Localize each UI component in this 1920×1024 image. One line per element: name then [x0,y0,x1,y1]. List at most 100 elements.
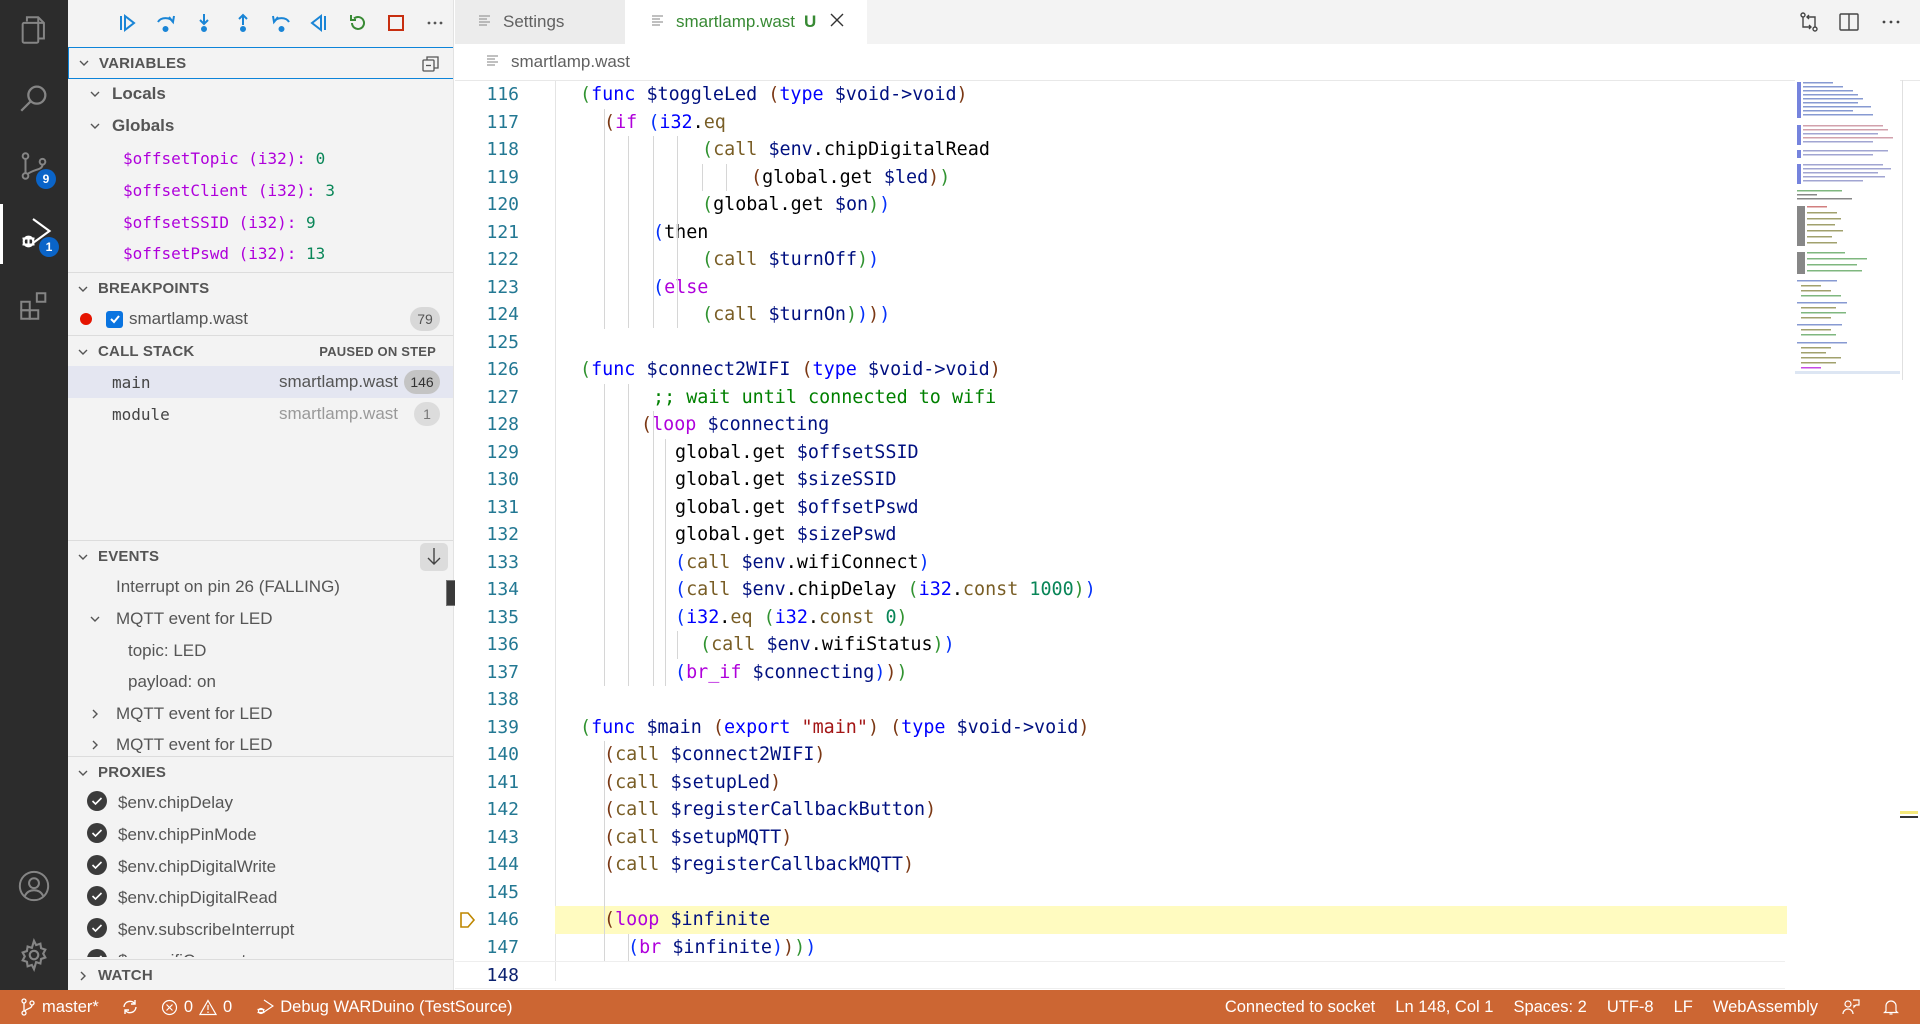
line-number: 125 [486,331,519,353]
restart-button[interactable] [339,7,377,39]
continue-icon [120,13,136,33]
step-into-button[interactable] [185,7,223,39]
stop-button[interactable] [377,7,415,39]
code-line: (br $infinite)))) [628,936,817,958]
code-editor[interactable]: 116 (func $toggleLed (type $void->void) 1… [455,80,1920,990]
eol-status[interactable]: LF [1664,990,1703,1024]
problems-status[interactable]: 0 0 [151,990,242,1024]
variable-item[interactable]: $offsetSSID (i32): 9 [68,206,453,238]
proxies-section-header[interactable]: PROXIES [68,756,453,788]
code-line: (loop $connecting [641,414,830,435]
line-number: 118 [486,139,519,160]
activity-run-debug[interactable]: 1 [0,204,68,264]
feedback-button[interactable] [1828,990,1874,1024]
event-item[interactable]: MQTT event for LED [68,603,453,635]
minimap[interactable] [1795,80,1900,375]
event-label: Interrupt on pin 26 (FALLING) [116,577,340,596]
indentation-status[interactable]: Spaces: 2 [1503,990,1596,1024]
close-icon[interactable] [830,12,844,32]
code-line: (func $toggleLed (type $void->void) [580,84,968,105]
error-count: 0 [183,997,194,1016]
code-line: (call $env.chipDigitalRead [702,139,990,160]
breadcrumb-file[interactable]: smartlamp.wast [511,52,630,72]
chevron-down-icon [68,766,98,780]
proxy-item[interactable]: $env.chipDigitalWrite [68,851,453,883]
encoding-status[interactable]: UTF-8 [1597,990,1664,1024]
step-back-button[interactable] [262,7,300,39]
event-item[interactable]: MQTT event for LED [68,698,453,730]
breakpoint-item[interactable]: smartlamp.wast 79 [68,303,453,335]
events-section-header[interactable]: EVENTS [68,540,453,572]
call-stack-title: CALL STACK [98,343,195,360]
event-item[interactable]: Interrupt on pin 26 (FALLING) [68,571,453,603]
line-number: 123 [486,276,519,298]
breakpoints-title: BREAKPOINTS [98,280,210,297]
activity-accounts[interactable] [0,856,68,916]
chevron-right-icon [84,707,106,721]
variable-type: (i32): [238,212,297,232]
debug-config-status[interactable]: Debug WARDuino (TestSource) [242,990,522,1024]
pop-event-button[interactable] [420,543,448,571]
cursor-position[interactable]: Ln 148, Col 1 [1385,990,1503,1024]
tab-smartlamp-wast[interactable]: smartlamp.wast U [625,0,867,44]
code-comment: ;; wait until connected to wifi [653,386,997,408]
code-line: (call $turnOn)))) [702,304,891,325]
proxy-item[interactable]: $env.wifiConnect [68,945,453,957]
watch-section-header[interactable]: WATCH [68,959,453,990]
chevron-right-icon [84,738,106,752]
proxy-item[interactable]: $env.subscribeInterrupt [68,914,453,946]
open-changes-button[interactable] [1798,11,1820,38]
breakpoints-section-header[interactable]: BREAKPOINTS [68,272,453,304]
activity-search[interactable] [0,68,68,128]
activity-manage[interactable] [0,925,68,985]
proxy-name: $env.chipDelay [118,793,233,812]
continue-button[interactable] [108,7,146,39]
call-stack-section-header[interactable]: CALL STACK PAUSED ON STEP [68,335,453,367]
bell-icon [1883,1000,1899,1015]
collapse-all-icon[interactable] [421,54,441,78]
variable-type: (i32): [248,148,307,168]
file-lines-icon [485,52,501,73]
branch-status[interactable]: master* [0,990,109,1024]
globals-scope[interactable]: Globals [68,110,453,142]
sync-button[interactable] [109,990,151,1024]
line-number: 145 [486,881,519,903]
line-number: 141 [486,771,519,793]
step-over-button[interactable] [146,7,184,39]
sync-icon [123,1000,137,1014]
paused-status: PAUSED ON STEP [319,344,436,359]
tab-settings[interactable]: Settings [455,0,625,44]
variable-item[interactable]: $offsetPswd (i32): 13 [68,237,453,269]
minimap-slider-edge [1902,80,1903,380]
call-stack-frame[interactable]: module smartlamp.wast 1 [68,398,453,430]
code-line: (call $connect2WIFI) [604,744,826,765]
language-mode[interactable]: WebAssembly [1703,990,1828,1024]
code-line: global.get $sizePswd [675,524,897,545]
variables-title: VARIABLES [99,54,187,72]
variable-item[interactable]: $offsetClient (i32): 3 [68,174,453,206]
breakpoint-checkbox[interactable] [106,310,123,328]
locals-scope[interactable]: Locals [68,78,453,110]
proxy-item[interactable]: $env.chipDigitalRead [68,882,453,914]
event-detail: topic: LED [68,635,453,667]
breakpoint-line-badge: 79 [410,307,440,331]
activity-source-control[interactable]: 9 [0,136,68,196]
editor-more-actions-button[interactable] [1880,11,1902,38]
code-line: (call $env.chipDelay (i32.const 1000)) [675,579,1096,600]
call-stack-frame[interactable]: main smartlamp.wast 146 [68,366,453,398]
branch-name: master* [42,997,99,1016]
variable-item[interactable]: $offsetTopic (i32): 0 [68,142,453,174]
line-number: 136 [486,634,519,655]
connection-status[interactable]: Connected to socket [1215,990,1385,1024]
more-actions-button[interactable] [416,7,454,39]
variables-section-header[interactable]: VARIABLES [68,47,453,79]
notifications-button[interactable] [1874,990,1920,1024]
split-editor-button[interactable] [1838,11,1860,38]
reverse-continue-button[interactable] [300,7,338,39]
proxy-item[interactable]: $env.chipDelay [68,787,453,819]
event-payload: payload: on [128,672,216,691]
proxy-item[interactable]: $env.chipPinMode [68,819,453,851]
step-out-button[interactable] [223,7,261,39]
activity-explorer[interactable] [0,0,68,60]
activity-extensions[interactable] [0,276,68,336]
